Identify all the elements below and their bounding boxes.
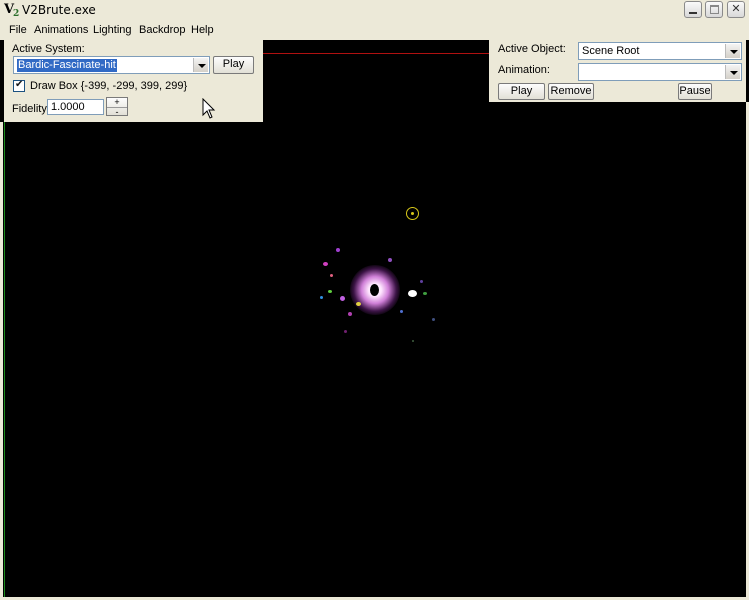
mouse-cursor-icon: [202, 98, 216, 119]
animation-pause-button[interactable]: Pause: [678, 83, 712, 100]
close-icon: ✕: [731, 3, 741, 15]
particle: [320, 296, 323, 299]
active-system-value: Bardic-Fascinate-hit: [17, 59, 117, 72]
chevron-down-icon[interactable]: [725, 65, 740, 79]
active-system-dropdown[interactable]: Bardic-Fascinate-hit: [13, 56, 210, 74]
minimize-icon: [689, 12, 697, 14]
title-bar: V2 V2Brute.exe ✕: [0, 0, 749, 20]
render-viewport[interactable]: [0, 40, 749, 600]
menu-help[interactable]: Help: [191, 24, 214, 37]
particle: [408, 290, 417, 297]
menu-lighting[interactable]: Lighting: [93, 24, 132, 37]
active-object-label: Active Object:: [498, 43, 566, 55]
viewport-frame-left: [0, 122, 3, 600]
minimize-button[interactable]: [684, 1, 702, 18]
maximize-icon: [710, 5, 719, 14]
particle: [423, 292, 427, 295]
v2-app-icon[interactable]: V2: [4, 2, 20, 19]
animation-play-button[interactable]: Play: [498, 83, 545, 100]
maximize-button[interactable]: [705, 1, 723, 18]
fidelity-field[interactable]: 1.0000: [47, 99, 104, 115]
particle: [400, 310, 403, 313]
fidelity-stepper[interactable]: + -: [106, 97, 128, 117]
system-panel: Active System: Bardic-Fascinate-hit Play…: [4, 40, 263, 122]
active-system-label: Active System:: [12, 43, 85, 55]
fidelity-decrement-button[interactable]: -: [107, 107, 127, 117]
active-object-dropdown[interactable]: Scene Root: [578, 42, 742, 60]
particle: [330, 274, 333, 277]
object-origin-marker[interactable]: [406, 207, 419, 220]
draw-box-top-edge: [263, 53, 489, 54]
system-play-button[interactable]: Play: [213, 56, 254, 74]
object-panel: Active Object: Scene Root Animation: Pla…: [489, 40, 746, 102]
animation-label: Animation:: [498, 64, 550, 76]
animation-dropdown[interactable]: [578, 63, 742, 81]
fidelity-increment-button[interactable]: +: [107, 98, 127, 107]
menu-backdrop[interactable]: Backdrop: [139, 24, 185, 37]
particle: [356, 302, 361, 306]
particle: [432, 318, 435, 321]
particle: [388, 258, 392, 262]
close-button[interactable]: ✕: [727, 1, 745, 18]
draw-box-checkbox[interactable]: [13, 79, 25, 92]
menu-animations[interactable]: Animations: [34, 24, 88, 37]
particle: [336, 248, 340, 252]
particle: [323, 262, 328, 266]
particle: [340, 296, 345, 301]
particle: [412, 340, 414, 342]
particle: [348, 312, 352, 316]
active-object-value: Scene Root: [582, 45, 640, 57]
particle: [344, 330, 347, 333]
particle-core: [370, 284, 379, 296]
menu-bar: File Animations Lighting Backdrop Help: [0, 20, 749, 40]
menu-file[interactable]: File: [9, 24, 27, 37]
particle: [420, 280, 423, 283]
particle-system: [300, 240, 450, 350]
particle: [328, 290, 332, 293]
animation-remove-button[interactable]: Remove: [548, 83, 594, 100]
draw-box-label: Draw Box {-399, -299, 399, 299}: [30, 80, 188, 92]
draw-box-left-edge: [4, 122, 5, 600]
window-title: V2Brute.exe: [22, 3, 96, 17]
chevron-down-icon[interactable]: [725, 44, 740, 58]
fidelity-label: Fidelity: [12, 103, 47, 115]
chevron-down-icon[interactable]: [193, 58, 208, 72]
